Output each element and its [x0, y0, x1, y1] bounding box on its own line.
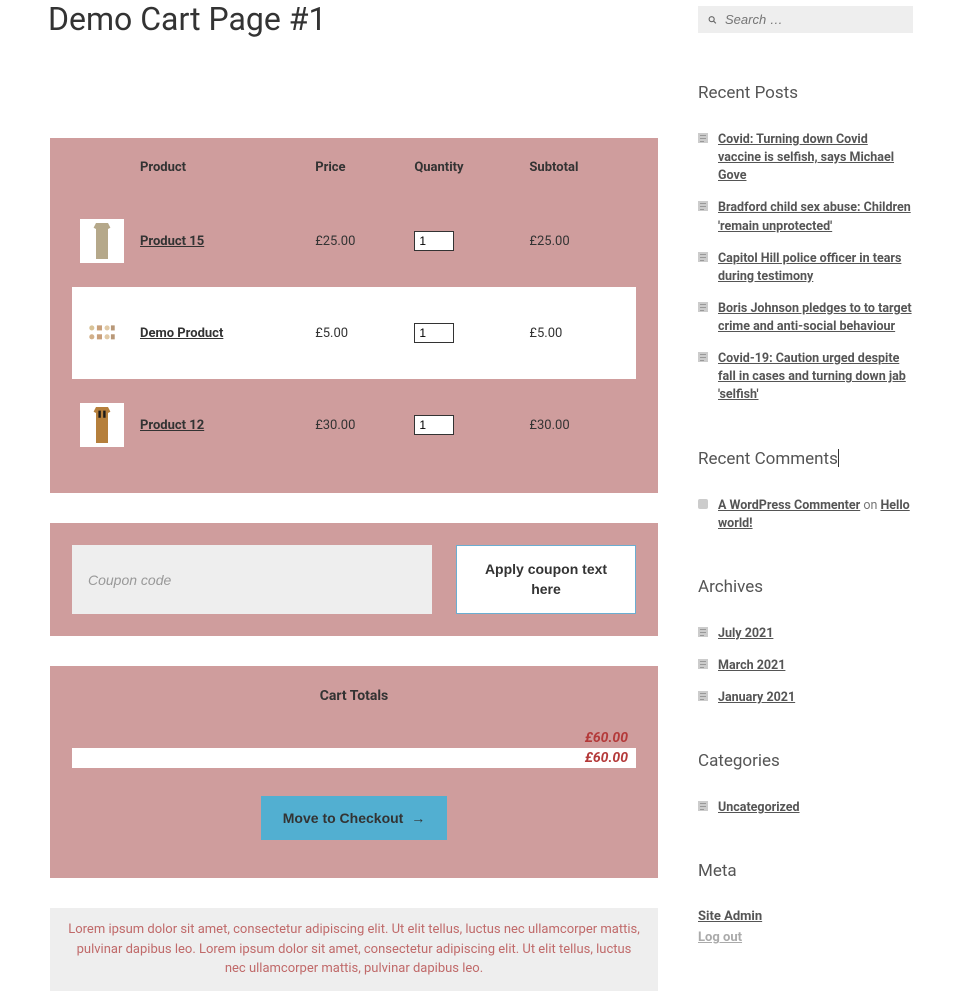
- list-item: March 2021: [698, 657, 913, 675]
- sidebar: Recent Posts Covid: Turning down Covid v…: [698, 0, 913, 991]
- checkout-label: Move to Checkout: [283, 810, 404, 826]
- post-link[interactable]: Bradford child sex abuse: Children 'rema…: [718, 200, 911, 233]
- totals-total: £60.00: [72, 748, 636, 768]
- price-cell: £5.00: [307, 287, 406, 379]
- coupon-panel: Apply coupon text here: [50, 523, 658, 636]
- archive-link[interactable]: July 2021: [718, 626, 773, 641]
- search-icon: [708, 13, 717, 27]
- post-link[interactable]: Covid: Turning down Covid vaccine is sel…: [718, 132, 894, 183]
- table-row: Product 15 £25.00 £25.00: [72, 195, 636, 287]
- product-link[interactable]: Product 12: [140, 418, 204, 433]
- apply-coupon-button[interactable]: Apply coupon text here: [456, 545, 636, 614]
- lorem-text: Lorem ipsum dolor sit amet, consectetur …: [50, 908, 658, 991]
- list-item: Covid-19: Caution urged despite fall in …: [698, 350, 913, 404]
- page-title: Demo Cart Page #1: [48, 0, 658, 38]
- comment-author-link[interactable]: A WordPress Commenter: [718, 498, 860, 513]
- col-subtotal: Subtotal: [521, 160, 636, 195]
- post-link[interactable]: Capitol Hill police officer in tears dur…: [718, 251, 901, 284]
- quantity-input[interactable]: [414, 323, 454, 343]
- recent-comments-heading: Recent Comments: [698, 449, 913, 469]
- search-box[interactable]: [698, 6, 913, 33]
- subtotal-cell: £30.00: [521, 379, 636, 471]
- archive-link[interactable]: January 2021: [718, 690, 795, 705]
- recent-comments-list: A WordPress Commenter on Hello world!: [698, 497, 913, 533]
- cart-totals-title: Cart Totals: [72, 688, 636, 704]
- coupon-input[interactable]: [72, 545, 432, 614]
- col-price: Price: [307, 160, 406, 195]
- quantity-input[interactable]: [414, 231, 454, 251]
- meta-site-admin-link[interactable]: Site Admin: [698, 909, 913, 924]
- product-thumb-icon: [80, 403, 124, 447]
- totals-panel: Cart Totals £60.00 £60.00 Move to Checko…: [50, 666, 658, 878]
- list-item: July 2021: [698, 625, 913, 643]
- list-item: A WordPress Commenter on Hello world!: [698, 497, 913, 533]
- recent-posts-list: Covid: Turning down Covid vaccine is sel…: [698, 131, 913, 405]
- category-link[interactable]: Uncategorized: [718, 800, 800, 815]
- archive-link[interactable]: March 2021: [718, 658, 785, 673]
- post-link[interactable]: Covid-19: Caution urged despite fall in …: [718, 351, 906, 402]
- product-link[interactable]: Product 15: [140, 234, 204, 249]
- price-cell: £30.00: [307, 379, 406, 471]
- list-item: Capitol Hill police officer in tears dur…: [698, 250, 913, 286]
- list-item: January 2021: [698, 689, 913, 707]
- col-qty: Quantity: [406, 160, 521, 195]
- price-cell: £25.00: [307, 195, 406, 287]
- categories-list: Uncategorized: [698, 799, 913, 817]
- product-link[interactable]: Demo Product: [140, 326, 223, 341]
- recent-posts-heading: Recent Posts: [698, 83, 913, 103]
- cart-panel: Product Price Quantity Subtotal Product …: [50, 138, 658, 493]
- product-thumb-icon: [80, 219, 124, 263]
- cart-table: Product Price Quantity Subtotal Product …: [72, 160, 636, 471]
- comment-on: on: [860, 498, 880, 513]
- table-row: Product 12 £30.00 £30.00: [72, 379, 636, 471]
- meta-heading: Meta: [698, 861, 913, 881]
- search-input[interactable]: [725, 12, 903, 27]
- list-item: Bradford child sex abuse: Children 'rema…: [698, 199, 913, 235]
- archives-heading: Archives: [698, 577, 913, 597]
- arrow-right-icon: →: [411, 810, 425, 826]
- table-row: Demo Product £5.00 £5.00: [72, 287, 636, 379]
- quantity-input[interactable]: [414, 415, 454, 435]
- archives-list: July 2021 March 2021 January 2021: [698, 625, 913, 707]
- post-link[interactable]: Boris Johnson pledges to to target crime…: [718, 301, 912, 334]
- meta-logout-link[interactable]: Log out: [698, 930, 913, 945]
- totals-subtotal: £60.00: [72, 728, 636, 748]
- list-item: Boris Johnson pledges to to target crime…: [698, 300, 913, 336]
- categories-heading: Categories: [698, 751, 913, 771]
- product-thumb-icon: [80, 311, 124, 355]
- checkout-button[interactable]: Move to Checkout →: [261, 796, 447, 840]
- subtotal-cell: £5.00: [521, 287, 636, 379]
- col-product: Product: [132, 160, 307, 195]
- list-item: Uncategorized: [698, 799, 913, 817]
- list-item: Covid: Turning down Covid vaccine is sel…: [698, 131, 913, 185]
- subtotal-cell: £25.00: [521, 195, 636, 287]
